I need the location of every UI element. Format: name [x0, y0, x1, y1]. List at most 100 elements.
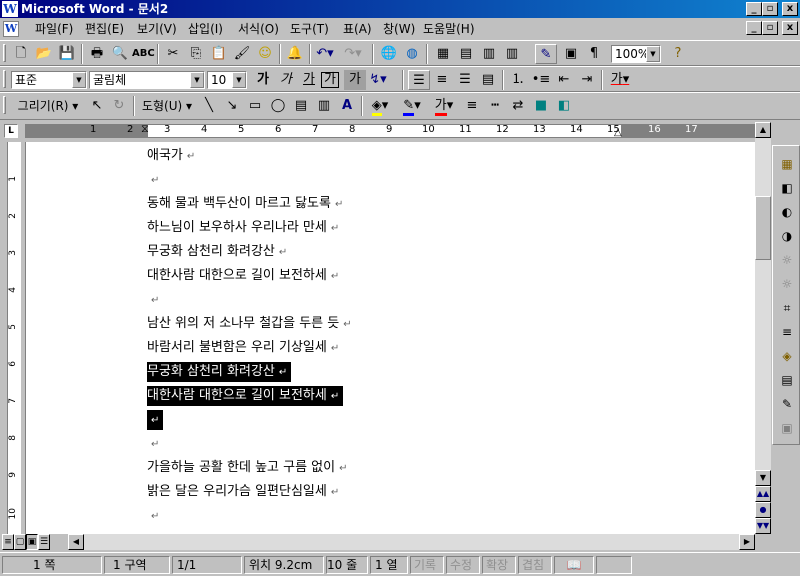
- font-color-draw-icon[interactable]: 가▾: [429, 96, 459, 116]
- insert-table-icon[interactable]: ▤: [455, 44, 477, 64]
- font-select[interactable]: 굴림체 ▼: [89, 71, 205, 89]
- menu-tools[interactable]: 도구(T): [287, 21, 332, 37]
- web-toolbar-icon[interactable]: ◍: [401, 44, 423, 64]
- menu-format[interactable]: 서식(O): [235, 21, 282, 37]
- italic-button[interactable]: 가: [275, 70, 297, 90]
- draw-menu-button[interactable]: 그리기(R) ▾: [12, 96, 84, 116]
- document-map-icon[interactable]: ▣: [560, 44, 582, 64]
- status-record[interactable]: 기록: [410, 556, 444, 574]
- browse-object-button[interactable]: ●: [755, 502, 771, 518]
- previous-page-button[interactable]: ▲▲: [755, 486, 771, 502]
- page-layout-view-button[interactable]: ▣: [26, 534, 38, 550]
- align-justify-button[interactable]: ☰: [408, 70, 430, 90]
- scroll-up-button[interactable]: ▲: [755, 122, 771, 138]
- less-contrast-icon[interactable]: ◑: [776, 226, 798, 246]
- scroll-left-button[interactable]: ◀: [68, 534, 84, 550]
- first-line-indent-marker[interactable]: ⧖: [141, 122, 149, 136]
- document-page[interactable]: 애국가 ↵ ↵ 동해 물과 백두산이 마르고 닳도록 ↵ 하느님이 보우하사 우리나라 만…: [25, 142, 755, 534]
- font-size-select[interactable]: 10 ▼: [207, 71, 247, 89]
- shadow-icon[interactable]: ■: [530, 96, 552, 116]
- menu-table[interactable]: 표(A): [340, 21, 375, 37]
- document-line[interactable]: 애국가 ↵: [147, 146, 195, 166]
- cut-icon[interactable]: ✂: [162, 44, 184, 64]
- menu-insert[interactable]: 삽입(I): [185, 21, 226, 37]
- document-line[interactable]: 무궁화 삼천리 화려강산 ↵: [147, 242, 287, 262]
- open-folder-icon[interactable]: 📂: [33, 44, 55, 64]
- style-select[interactable]: 표준 ▼: [11, 71, 87, 89]
- format-picture-icon[interactable]: ◈: [776, 346, 798, 366]
- tab-selector-icon[interactable]: L: [4, 124, 18, 138]
- doc-close-button[interactable]: x: [782, 21, 798, 35]
- more-brightness-icon[interactable]: ☼: [776, 250, 798, 270]
- oval-icon[interactable]: ◯: [267, 96, 289, 116]
- document-line[interactable]: 하느님이 보우하사 우리나라 만세 ↵: [147, 218, 339, 238]
- vertical-scrollbar[interactable]: ▲ ▼ ▲▲ ● ▼▼: [755, 122, 771, 534]
- outline-view-button[interactable]: ☰: [38, 534, 50, 550]
- document-line[interactable]: ↵: [147, 290, 159, 310]
- numbering-button[interactable]: ⒈: [507, 70, 529, 90]
- status-overtype[interactable]: 겹침: [518, 556, 552, 574]
- status-track-changes[interactable]: 수정: [446, 556, 480, 574]
- toolbar-grip[interactable]: [3, 44, 6, 62]
- horizontal-scrollbar[interactable]: ◀ ▶: [68, 534, 755, 550]
- line-color-icon[interactable]: ✎▾: [397, 96, 427, 116]
- document-line[interactable]: ↵: [147, 434, 159, 454]
- document-line[interactable]: ↵: [147, 170, 159, 190]
- font-color-button[interactable]: 가▾: [605, 70, 635, 90]
- menu-view[interactable]: 보기(V): [134, 21, 180, 37]
- crop-icon[interactable]: ⌗: [776, 298, 798, 318]
- bold-button[interactable]: 가: [252, 70, 274, 90]
- show-hide-icon[interactable]: ¶: [583, 44, 605, 64]
- distributed-button[interactable]: ▤: [477, 70, 499, 90]
- tables-borders-icon[interactable]: ▦: [432, 44, 454, 64]
- doc-restore-button[interactable]: ▫: [762, 21, 778, 35]
- document-line[interactable]: 무궁화 삼천리 화려강산 ↵: [147, 362, 292, 382]
- decrease-indent-button[interactable]: ⇤: [553, 70, 575, 90]
- document-icon[interactable]: W: [3, 21, 19, 37]
- close-button[interactable]: x: [782, 2, 798, 16]
- document-line[interactable]: ↵: [147, 506, 159, 526]
- word-app-icon[interactable]: W: [2, 1, 18, 17]
- office-assistant-icon[interactable]: ?: [667, 44, 689, 64]
- phonetic-guide-button[interactable]: ↯▾: [367, 70, 389, 90]
- insert-picture-icon[interactable]: ▦: [776, 154, 798, 174]
- vertical-text-box-icon[interactable]: ▥: [313, 96, 335, 116]
- document-line[interactable]: 밝은 달은 우리가슴 일편단심일세 ↵: [147, 482, 339, 502]
- document-line[interactable]: 가을하늘 공활 한데 높고 구름 없이 ↵: [147, 458, 348, 478]
- increase-indent-button[interactable]: ⇥: [576, 70, 598, 90]
- smiley-icon[interactable]: ☺: [254, 44, 276, 64]
- spelling-icon[interactable]: ABC: [132, 44, 155, 64]
- underline-button[interactable]: 가: [298, 70, 320, 90]
- bell-icon[interactable]: 🔔: [284, 44, 306, 64]
- 3d-icon[interactable]: ◧: [553, 96, 575, 116]
- free-rotate-icon[interactable]: ↻: [108, 96, 130, 116]
- line-style-icon[interactable]: ≡: [461, 96, 483, 116]
- menu-edit[interactable]: 편집(E): [82, 21, 127, 37]
- save-icon[interactable]: 💾: [56, 44, 78, 64]
- arrow-style-icon[interactable]: ⇄: [507, 96, 529, 116]
- autoshapes-menu-button[interactable]: 도형(U) ▾: [137, 96, 197, 116]
- menu-window[interactable]: 창(W): [380, 21, 418, 37]
- spelling-status-icon[interactable]: 📖: [554, 556, 594, 574]
- scroll-down-button[interactable]: ▼: [755, 470, 771, 486]
- arrow-icon[interactable]: ↘: [221, 96, 243, 116]
- document-line[interactable]: 대한사람 대한으로 길이 보전하세 ↵: [147, 266, 339, 286]
- maximize-button[interactable]: ▫: [762, 2, 778, 16]
- redo-icon[interactable]: ↷▾: [342, 44, 364, 64]
- line-icon[interactable]: ╲: [198, 96, 220, 116]
- menu-file[interactable]: 파일(F): [32, 21, 76, 37]
- text-box-icon[interactable]: ▤: [290, 96, 312, 116]
- undo-icon[interactable]: ↶▾: [314, 44, 336, 64]
- rectangle-icon[interactable]: ▭: [244, 96, 266, 116]
- copy-icon[interactable]: ⎘: [185, 44, 207, 64]
- document-line[interactable]: 대한사람 대한으로 길이 보전하세 ↵: [147, 386, 344, 406]
- status-extend[interactable]: 확장: [482, 556, 516, 574]
- document-line[interactable]: ↵: [147, 410, 164, 430]
- align-center-button[interactable]: ≡: [431, 70, 453, 90]
- fill-color-icon[interactable]: ◈▾: [365, 96, 395, 116]
- document-line[interactable]: 바람서리 불변함은 우리 기상일세 ↵: [147, 338, 339, 358]
- line-style-side-icon[interactable]: ≡: [776, 322, 798, 342]
- paste-icon[interactable]: 📋: [208, 44, 230, 64]
- char-shading-button[interactable]: 가: [344, 70, 366, 90]
- new-document-icon[interactable]: 🗋: [10, 44, 32, 64]
